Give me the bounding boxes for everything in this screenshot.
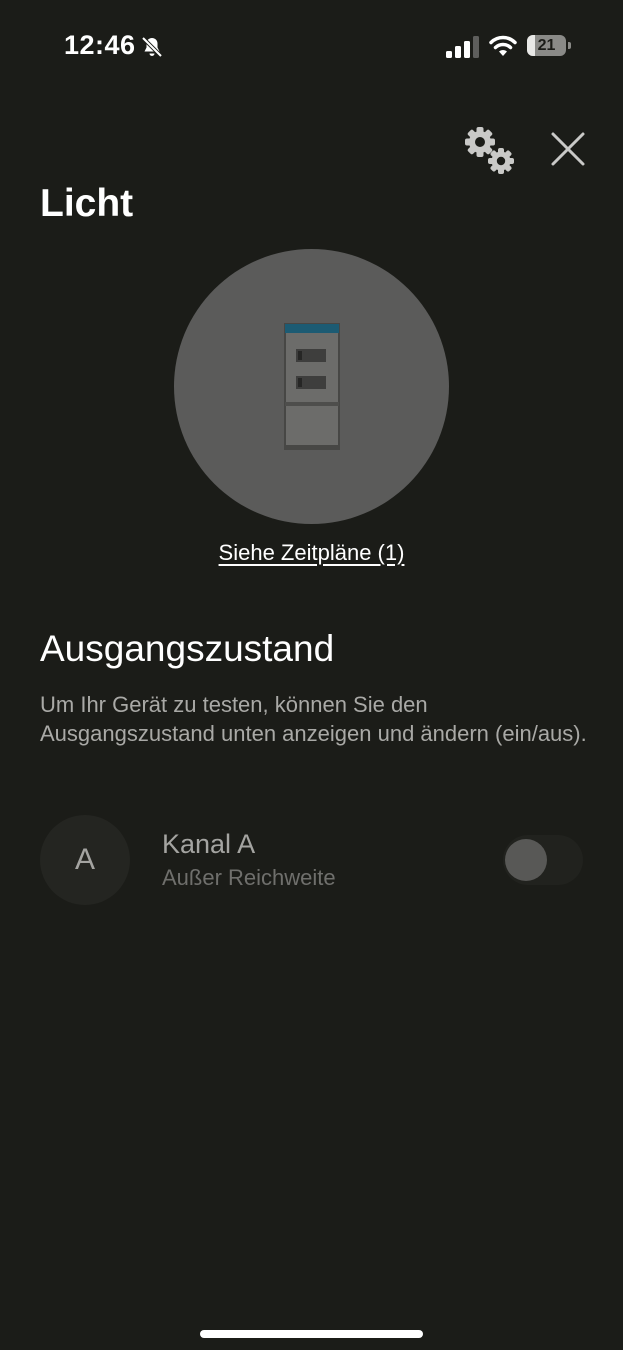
close-icon[interactable] — [546, 127, 590, 171]
schedules-link[interactable]: Siehe Zeitpläne (1) — [0, 540, 623, 566]
device-image — [174, 249, 449, 524]
battery-icon: 21 — [527, 35, 573, 57]
channel-status: Außer Reichweite — [162, 865, 336, 890]
battery-level: 21 — [537, 37, 556, 54]
channel-toggle[interactable] — [503, 835, 583, 885]
section-title: Ausgangszustand — [40, 628, 335, 669]
gears-icon[interactable] — [460, 122, 518, 180]
bell-slash-icon — [141, 36, 163, 58]
section-description: Um Ihr Gerät zu testen, können Sie den A… — [40, 692, 587, 746]
home-indicator — [200, 1330, 423, 1338]
signal-icon — [446, 36, 479, 58]
channel-name: Kanal A — [162, 829, 256, 859]
channel-avatar: A — [40, 815, 130, 905]
switch-cabinet-icon — [284, 323, 340, 450]
channel-row: A Kanal A Außer Reichweite — [40, 815, 585, 907]
status-bar: 12:46 21 — [0, 0, 623, 90]
wifi-icon — [489, 35, 517, 56]
page-title: Licht — [40, 182, 134, 225]
status-time: 12:46 — [64, 30, 136, 60]
toggle-knob — [505, 839, 547, 881]
